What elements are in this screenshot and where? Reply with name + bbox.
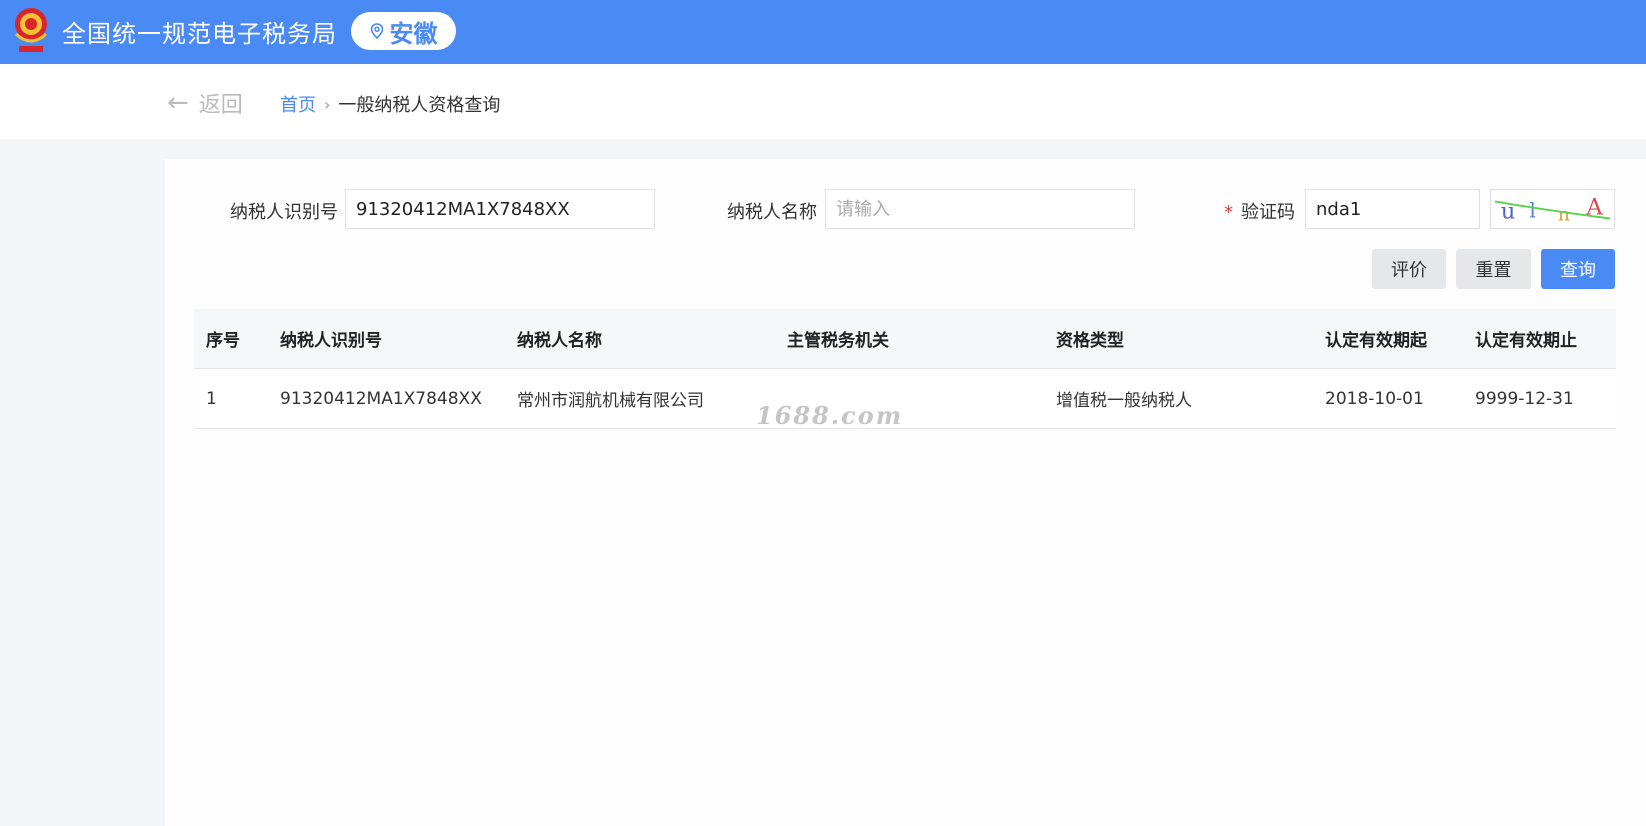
required-mark: * — [1224, 202, 1233, 223]
column-header: 序号 — [206, 331, 240, 351]
column-header: 纳税人识别号 — [280, 331, 382, 351]
column-header: 认定有效期止 — [1475, 331, 1577, 351]
taxpayer-name-label: 纳税人名称 — [727, 202, 817, 223]
breadcrumb-separator: › — [324, 94, 331, 114]
breadcrumb: 首页 › 一般纳税人资格查询 — [280, 91, 501, 117]
table-cell: 增值税一般纳税人 — [1056, 391, 1192, 411]
table-row: 1 91320412MA1X7848XX 常州市润航机械有限公司 增值税一般纳税… — [194, 369, 1616, 429]
back-arrow-icon: ← — [167, 88, 189, 118]
evaluate-button[interactable]: 评价 — [1372, 249, 1446, 289]
column-header: 资格类型 — [1056, 331, 1124, 351]
region-selector[interactable]: 安徽 — [351, 12, 456, 50]
taxpayer-id-label: 纳税人识别号 — [230, 202, 338, 223]
results-table: 序号 纳税人识别号 纳税人名称 主管税务机关 资格类型 认定有效期起 认定有效期… — [194, 309, 1616, 429]
table-cell: 91320412MA1X7848XX — [280, 388, 482, 409]
query-button[interactable]: 查询 — [1541, 249, 1615, 289]
captcha-image[interactable]: u l n A — [1490, 189, 1615, 229]
breadcrumb-current: 一般纳税人资格查询 — [338, 95, 501, 116]
breadcrumb-home-link[interactable]: 首页 — [280, 91, 316, 117]
table-cell: 常州市润航机械有限公司 — [517, 391, 704, 411]
captcha-label-text: 验证码 — [1241, 202, 1295, 223]
back-button[interactable]: ← 返回 — [167, 88, 243, 118]
breadcrumb-bar: ← 返回 首页 › 一般纳税人资格查询 — [0, 64, 1646, 139]
reset-button[interactable]: 重置 — [1456, 249, 1531, 289]
taxpayer-name-input[interactable] — [825, 189, 1135, 229]
taxpayer-id-input[interactable] — [345, 189, 655, 229]
captcha-char: l — [1529, 199, 1536, 223]
table-cell: 2018-10-01 — [1325, 388, 1424, 409]
column-header: 主管税务机关 — [787, 331, 889, 351]
watermark: 1688.com — [756, 401, 904, 430]
back-label: 返回 — [198, 93, 243, 118]
table-cell: 9999-12-31 — [1475, 388, 1574, 409]
captcha-char: n — [1558, 203, 1570, 225]
captcha-input[interactable] — [1305, 189, 1480, 229]
tax-emblem-icon — [14, 8, 48, 52]
column-header: 纳税人名称 — [517, 331, 602, 351]
location-pin-icon — [370, 23, 383, 39]
top-header: 全国统一规范电子税务局 安徽 — [0, 0, 1646, 64]
table-cell: 1 — [206, 388, 217, 409]
site-title: 全国统一规范电子税务局 — [62, 20, 337, 48]
region-label: 安徽 — [389, 19, 438, 48]
captcha-label: * 验证码 — [1224, 198, 1295, 224]
table-header: 序号 纳税人识别号 纳税人名称 主管税务机关 资格类型 认定有效期起 认定有效期… — [194, 309, 1616, 369]
column-header: 认定有效期起 — [1325, 331, 1427, 351]
